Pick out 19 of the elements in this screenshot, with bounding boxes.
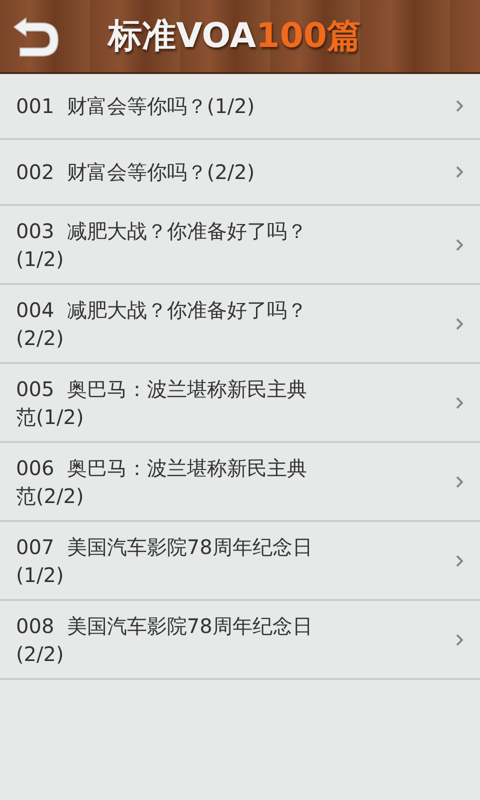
chevron-icon: [456, 238, 463, 250]
item-title: 004 减肥大战？你准备好了吗？(2/2): [16, 296, 308, 352]
item-title: 006 奥巴马：波兰堪称新民主典范(2/2): [16, 454, 308, 510]
chevron-icon: [456, 318, 463, 330]
chevron-icon: [456, 100, 463, 112]
item-title: 001 财富会等你吗？(1/2): [16, 93, 256, 120]
chevron-icon: [456, 554, 463, 566]
item-title: 003 减肥大战？你准备好了吗？(1/2): [16, 218, 308, 272]
item-title: 007 美国汽车影院78周年纪念日(1/2): [16, 534, 314, 588]
title-number: 100篇: [256, 15, 362, 58]
app-title: 标准VOA: [108, 15, 256, 58]
back-arrow-icon: [12, 14, 60, 58]
chevron-icon: [456, 166, 463, 178]
chevron-icon: [456, 634, 463, 646]
item-title: 005 奥巴马：波兰堪称新民主典范(1/2): [16, 376, 308, 430]
chevron-icon: [456, 396, 463, 408]
item-title: 002 财富会等你吗？(2/2): [16, 159, 256, 186]
chevron-icon: [456, 476, 463, 488]
item-title: 008 美国汽车影院78周年纪念日(2/2): [16, 612, 314, 668]
